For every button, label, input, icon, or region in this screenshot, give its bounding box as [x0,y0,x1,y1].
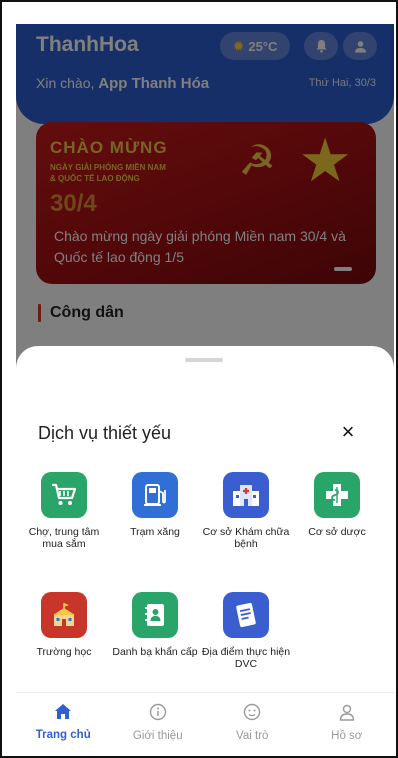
profile-icon [339,704,354,721]
nav-home[interactable]: Trang chủ [16,693,111,752]
info-icon [149,703,166,721]
nav-profile[interactable]: Hồ sơ [300,693,395,752]
service-label: Cơ sở Khám chữa bệnh [202,526,290,550]
nav-about[interactable]: Giới thiệu [111,693,206,752]
school-icon [41,592,87,638]
home-icon [55,704,72,719]
contacts-book-icon [132,592,178,638]
hospital-icon [223,472,269,518]
service-label: Địa điểm thực hiện DVC [201,646,291,670]
service-pharmacy[interactable]: Cơ sở dược [292,472,382,538]
phone-frame: ThanhHoa ✹ 25°C Xin chào, App Thanh Hóa … [0,0,398,758]
service-fuel-station[interactable]: Trạm xăng [110,472,200,538]
pharmacy-icon [314,472,360,518]
document-list-icon [223,592,269,638]
close-button[interactable]: × [334,418,362,446]
service-emergency-contacts[interactable]: Danh bạ khẩn cấp [110,592,200,658]
service-label: Trường học [36,646,92,658]
service-public-service-locations[interactable]: Địa điểm thực hiện DVC [201,592,291,670]
nav-roles[interactable]: Vai trò [205,693,300,752]
nav-label: Giới thiệu [132,730,183,742]
nav-label: Vai trò [236,730,269,742]
service-label: Trạm xăng [130,526,180,538]
nav-label: Trang chủ [35,729,91,741]
shopping-cart-icon [41,472,87,518]
service-label: Cơ sở dược [308,526,366,538]
nav-label: Hồ sơ [331,730,363,742]
bottom-navigation: Trang chủ Giới thiệu Vai trò Hồ sơ [16,692,394,752]
service-hospital[interactable]: Cơ sở Khám chữa bệnh [201,472,291,550]
service-label: Chợ, trung tâm mua sắm [28,526,100,550]
fuel-station-icon [132,472,178,518]
service-school[interactable]: Trường học [19,592,109,658]
screen: ThanhHoa ✹ 25°C Xin chào, App Thanh Hóa … [16,24,394,752]
service-label: Danh bạ khẩn cấp [112,646,198,658]
service-market[interactable]: Chợ, trung tâm mua sắm [19,472,109,550]
sheet-title: Dịch vụ thiết yếu [38,423,172,443]
sheet-drag-handle[interactable] [185,358,223,362]
role-face-icon [244,703,261,721]
